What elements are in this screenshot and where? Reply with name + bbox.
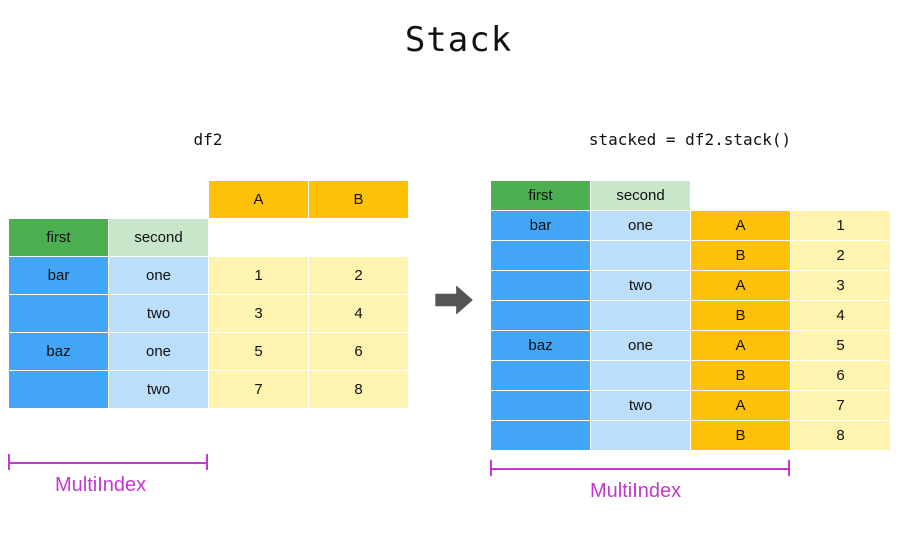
table-row: two A 3 [491,271,891,301]
multiindex-label-right: MultiIndex [590,480,681,503]
index-first [491,271,591,301]
data-cell: 6 [309,333,409,371]
index-second: two [109,371,209,409]
blank-cell [691,181,791,211]
col-header-A: A [209,181,309,219]
table-row: bar one A 1 [491,211,891,241]
index-second: two [591,391,691,421]
data-cell: 7 [209,371,309,409]
blank-cell [9,181,109,219]
data-cell: 3 [791,271,891,301]
table-row: two 3 4 [9,295,409,333]
index-first [491,301,591,331]
df2-table: A B first second bar one 1 2 two 3 4 baz… [8,180,409,409]
col-header-B: B [309,181,409,219]
data-cell: 1 [209,257,309,295]
data-cell: 6 [791,361,891,391]
index-name-first: first [9,219,109,257]
data-cell: 3 [209,295,309,333]
table-row: B 2 [491,241,891,271]
data-cell: 4 [309,295,409,333]
index-second [591,241,691,271]
index-second: two [591,271,691,301]
index-first: baz [491,331,591,361]
blank-cell [309,219,409,257]
stacked-key: B [691,301,791,331]
data-cell: 8 [309,371,409,409]
index-second: one [109,257,209,295]
index-first [491,391,591,421]
data-cell: 1 [791,211,891,241]
table-row: baz one 5 6 [9,333,409,371]
index-second [591,301,691,331]
right-caption: stacked = df2.stack() [490,130,890,149]
index-first: bar [9,257,109,295]
index-name-second: second [591,181,691,211]
index-name-second: second [109,219,209,257]
index-name-first: first [491,181,591,211]
stacked-key: A [691,391,791,421]
index-first [491,241,591,271]
table-row: A B [9,181,409,219]
index-first [491,421,591,451]
data-cell: 7 [791,391,891,421]
left-caption: df2 [8,130,408,149]
blank-cell [791,181,891,211]
stacked-key: B [691,421,791,451]
multiindex-bracket-right [490,460,790,478]
table-row: B 6 [491,361,891,391]
data-cell: 8 [791,421,891,451]
data-cell: 4 [791,301,891,331]
stacked-key: B [691,241,791,271]
table-row: two A 7 [491,391,891,421]
data-cell: 2 [309,257,409,295]
index-second [591,421,691,451]
table-row: first second [491,181,891,211]
index-second [591,361,691,391]
stacked-key: A [691,271,791,301]
stacked-key: A [691,211,791,241]
stacked-table: first second bar one A 1 B 2 two A 3 B 4… [490,180,891,451]
data-cell: 5 [791,331,891,361]
index-first [9,295,109,333]
data-cell: 5 [209,333,309,371]
index-second: one [591,211,691,241]
index-second: one [591,331,691,361]
arrow-right-icon [427,275,477,325]
multiindex-label-left: MultiIndex [55,474,146,497]
table-row: two 7 8 [9,371,409,409]
page-title: Stack [0,20,917,60]
table-row: bar one 1 2 [9,257,409,295]
blank-cell [109,181,209,219]
index-first: bar [491,211,591,241]
table-row: baz one A 5 [491,331,891,361]
index-first [491,361,591,391]
stacked-key: B [691,361,791,391]
stacked-key: A [691,331,791,361]
index-second: two [109,295,209,333]
table-row: B 8 [491,421,891,451]
table-row: first second [9,219,409,257]
data-cell: 2 [791,241,891,271]
index-second: one [109,333,209,371]
table-row: B 4 [491,301,891,331]
index-first: baz [9,333,109,371]
blank-cell [209,219,309,257]
index-first [9,371,109,409]
multiindex-bracket-left [8,454,208,472]
